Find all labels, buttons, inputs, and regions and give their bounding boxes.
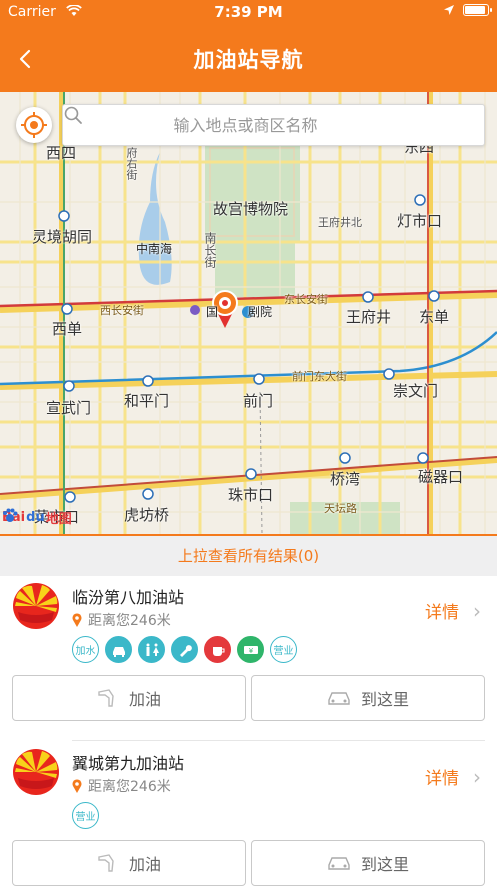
map-label-wangfujing: 王府井 (346, 308, 392, 326)
water-service-tag: 加水 (72, 636, 99, 663)
dining-icon (204, 636, 231, 663)
petrochina-logo-icon (13, 583, 59, 629)
map-label-gugong: 故宫博物院 (213, 200, 289, 218)
station-name: 翼城第九加油站 (72, 754, 185, 773)
map-label-fuyoujie: 府右街 (125, 147, 138, 180)
map-label-chongwenmen: 崇文门 (393, 382, 439, 400)
station-card: 临汾第八加油站 距离您246米 详情 › 加水 ¥ 营业 加油 到这里 (0, 576, 497, 736)
petrochina-logo-icon (13, 749, 59, 795)
fuel-nozzle-icon (98, 689, 114, 707)
map-label-xichanganjie: 西长安街 (100, 304, 144, 317)
chevron-right-icon: › (473, 598, 481, 623)
pull-up-results-bar[interactable]: 上拉查看所有结果(0) (0, 534, 497, 576)
refuel-button[interactable]: 加油 (12, 840, 246, 886)
status-time: 7:39 PM (214, 3, 283, 21)
map-label-tiantanlu: 天坛路 (324, 502, 357, 515)
map-view[interactable]: 西四 府右街 故宫博物院 王府井北 灯市口 东四 灵境胡同 中南海 南长街 西长… (0, 92, 497, 534)
logo-du: du (26, 510, 45, 525)
navigate-here-button[interactable]: 到这里 (251, 675, 485, 721)
station-distance: 距离您246米 (72, 776, 171, 796)
map-label-xidan: 西单 (52, 320, 83, 338)
detail-label: 详情 (425, 603, 459, 623)
map-label-xuanwumen: 宣武门 (46, 399, 92, 417)
map-label-lingjing: 灵境胡同 (32, 228, 93, 246)
map-label-dongchanganjie: 东长安街 (284, 293, 328, 306)
map-label-qiaowan: 桥湾 (330, 470, 361, 488)
search-input[interactable] (173, 115, 374, 135)
map-label-qianmen: 前门 (243, 392, 274, 410)
station-name: 临汾第八加油站 (72, 588, 185, 607)
search-bar[interactable] (62, 104, 485, 146)
divider (72, 740, 485, 741)
map-label-hepingmen: 和平门 (124, 392, 170, 410)
map-label-qianmendongdajie: 前门东大街 (292, 370, 347, 383)
detail-link[interactable]: 详情 › (425, 764, 481, 790)
open-status-tag: 营业 (270, 636, 297, 663)
map-label-dajuyuan: 剧院 (248, 305, 273, 319)
svg-text:¥: ¥ (248, 647, 253, 655)
repair-icon (171, 636, 198, 663)
map-label-nanchangjie: 南长街 (203, 232, 217, 268)
refuel-label: 加油 (128, 690, 161, 709)
location-pin-icon (72, 779, 82, 793)
map-label-guojia: 国 (206, 305, 219, 319)
status-bar: Carrier 7:39 PM (0, 0, 497, 26)
atm-icon: ¥ (237, 636, 264, 663)
detail-link[interactable]: 详情 › (425, 598, 481, 624)
page-title: 加油站导航 (193, 48, 304, 72)
map-label-cishikou: 磁器口 (418, 468, 464, 486)
baidu-map-logo: Bai du 地图 (2, 508, 72, 527)
open-status-tag: 营业 (72, 802, 99, 829)
navigate-here-button[interactable]: 到这里 (251, 840, 485, 886)
navigate-label: 到这里 (360, 690, 409, 709)
car-icon (328, 692, 350, 705)
restroom-icon (138, 636, 165, 663)
fuel-nozzle-icon (98, 854, 114, 872)
locate-me-button[interactable] (16, 107, 52, 143)
car-icon (328, 857, 350, 870)
battery-icon (463, 4, 492, 16)
station-distance: 距离您246米 (72, 610, 171, 630)
chevron-right-icon: › (473, 764, 481, 789)
map-label-dengshikou: 灯市口 (397, 212, 443, 230)
refuel-label: 加油 (128, 855, 161, 874)
status-right (443, 4, 492, 16)
distance-text: 距离您246米 (88, 779, 171, 795)
location-pin-icon (72, 613, 82, 627)
station-card: 翼城第九加油站 距离您246米 详情 › 营业 加油 到这里 (0, 742, 497, 886)
refuel-button[interactable]: 加油 (12, 675, 246, 721)
service-tags: 加水 ¥ 营业 (72, 636, 297, 663)
logo-map: 地图 (45, 512, 72, 527)
map-label-wangfujingbei: 王府井北 (318, 216, 362, 229)
map-label-zhongnanhai: 中南海 (136, 242, 173, 256)
paw-icon (3, 508, 18, 522)
navigate-label: 到这里 (360, 855, 409, 874)
map-label-zhushikou: 珠市口 (228, 486, 274, 504)
car-wash-icon (105, 636, 132, 663)
location-arrow-icon (444, 5, 454, 15)
crosshair-icon (21, 112, 47, 138)
detail-label: 详情 (425, 769, 459, 789)
map-label-hufangqiao: 虎坊桥 (124, 506, 170, 524)
service-tags: 营业 (72, 802, 99, 829)
search-icon (64, 106, 82, 124)
distance-text: 距离您246米 (88, 613, 171, 629)
map-label-dongdan: 东单 (419, 308, 450, 326)
navigation-bar: 加油站导航 (0, 26, 497, 92)
